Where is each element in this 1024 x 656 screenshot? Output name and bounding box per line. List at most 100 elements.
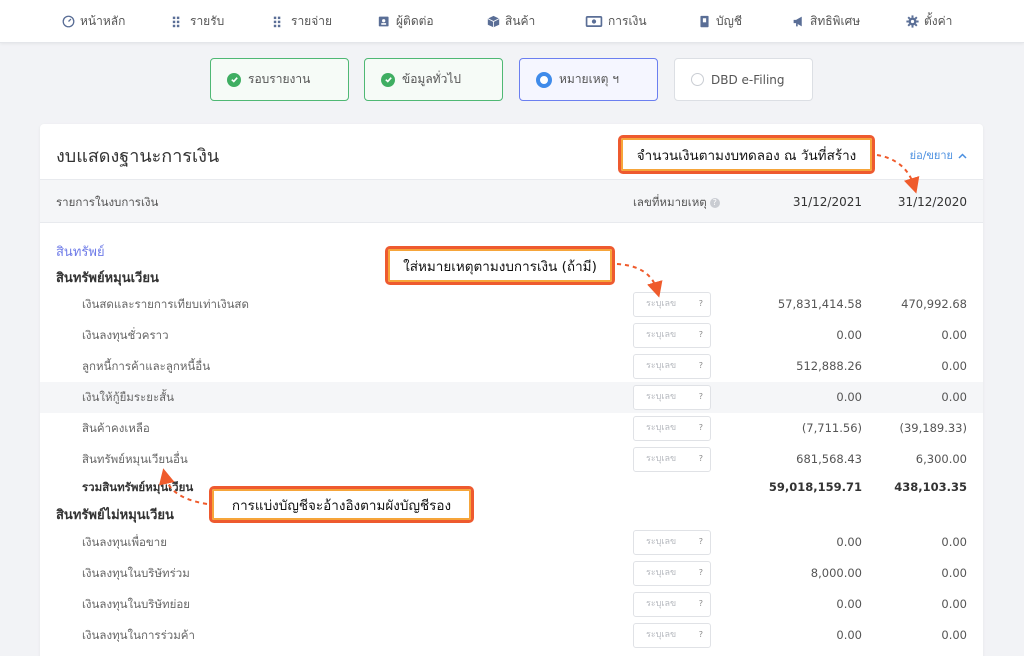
nav-products[interactable]: สินค้า	[487, 0, 535, 43]
callout-chart-of-accounts: การแบ่งบัญชีจะอ้างอิงตามผังบัญชีรอง	[209, 486, 474, 523]
header-item: รายการในงบการเงิน	[56, 195, 159, 209]
step-label: รอบรายงาน	[248, 72, 311, 86]
note-number-input[interactable]: ระบุเลข?	[633, 323, 711, 348]
note-number-input[interactable]: ระบุเลข?	[633, 561, 711, 586]
row-label: เงินลงทุนชั่วคราว	[82, 328, 169, 342]
note-placeholder: ระบุเลข	[646, 330, 677, 340]
note-number-input[interactable]: ระบุเลข?	[633, 354, 711, 379]
table-header: รายการในงบการเงิน เลขที่หมายเหตุ? 31/12/…	[40, 179, 983, 223]
financial-position-card: งบแสดงฐานะการเงิน ย่อ/ขยาย รายการในงบการ…	[40, 124, 983, 656]
table-row: เงินลงทุนในการร่วมค้า ระบุเลข? 0.00 0.00	[40, 620, 983, 651]
table-row: ลูกหนี้การค้าและลูกหนี้อื่น ระบุเลข? 512…	[40, 351, 983, 382]
total-2020: 438,103.35	[894, 480, 967, 494]
note-help-icon: ?	[698, 299, 703, 308]
note-number-input[interactable]: ระบุเลข?	[633, 385, 711, 410]
nav-label: สินค้า	[505, 14, 536, 28]
nav-label: สิทธิพิเศษ	[810, 14, 861, 28]
section-current-assets: สินทรัพย์หมุนเวียน	[56, 271, 159, 286]
check-circle-icon	[227, 72, 241, 87]
radio-empty-icon	[691, 73, 704, 86]
table-row: สินค้าคงเหลือ ระบุเลข? (7,711.56) (39,18…	[40, 413, 983, 444]
section-assets[interactable]: สินทรัพย์	[56, 241, 105, 262]
note-number-input[interactable]: ระบุเลข?	[633, 592, 711, 617]
nav-expense[interactable]: รายจ่าย	[273, 0, 332, 43]
nav-label: บัญชี	[716, 14, 742, 28]
megaphone-icon	[792, 15, 805, 28]
collapse-toggle[interactable]: ย่อ/ขยาย	[910, 146, 967, 164]
help-icon[interactable]: ?	[709, 197, 720, 208]
value-2020: (39,189.33)	[899, 421, 967, 435]
contacts-icon	[378, 15, 391, 28]
note-number-input[interactable]: ระบุเลข?	[633, 623, 711, 648]
box-icon	[487, 15, 500, 28]
row-label: เงินลงทุนในบริษัทร่วม	[82, 566, 190, 580]
step-report-period[interactable]: รอบรายงาน	[210, 58, 349, 101]
total-row: รวมสินทรัพย์หมุนเวียน 59,018,159.71 438,…	[40, 472, 983, 503]
top-navigation: หน้าหลัก รายรับ รายจ่าย ผู้ติดต่อ สินค้า…	[0, 0, 1024, 43]
row-label: สินค้าคงเหลือ	[82, 421, 150, 435]
nav-settings[interactable]: ตั้งค่า	[906, 0, 952, 43]
step-label: DBD e-Filing	[711, 72, 785, 87]
note-help-icon: ?	[698, 454, 703, 463]
radio-selected-icon	[536, 71, 552, 88]
chevron-up-icon	[958, 149, 967, 162]
note-help-icon: ?	[698, 568, 703, 577]
value-2021: 681,568.43	[796, 452, 862, 466]
value-2021: 512,888.26	[796, 359, 862, 373]
nav-contacts[interactable]: ผู้ติดต่อ	[378, 0, 434, 43]
note-placeholder: ระบุเลข	[646, 299, 677, 309]
step-label: ข้อมูลทั่วไป	[402, 72, 461, 86]
step-general-info[interactable]: ข้อมูลทั่วไป	[364, 58, 503, 101]
gear-icon	[906, 15, 919, 28]
table-row: เงินลงทุนในบริษัทย่อย ระบุเลข? 0.00 0.00	[40, 589, 983, 620]
note-number-input[interactable]: ระบุเลข?	[633, 530, 711, 555]
step-dbd-efiling[interactable]: DBD e-Filing	[674, 58, 813, 101]
row-label: เงินลงทุนในบริษัทย่อย	[82, 597, 191, 611]
nav-label: รายจ่าย	[291, 14, 333, 28]
check-circle-icon	[381, 72, 395, 87]
value-2020: 0.00	[941, 390, 967, 404]
table-row: เงินลงทุนเพื่อขาย ระบุเลข? 0.00 0.00	[40, 527, 983, 558]
section-noncurrent-assets: สินทรัพย์ไม่หมุนเวียน	[56, 508, 174, 523]
income-list-icon	[172, 15, 185, 28]
nav-finance[interactable]: การเงิน	[585, 0, 647, 43]
collapse-label: ย่อ/ขยาย	[909, 149, 953, 162]
row-label: เงินลงทุนเพื่อขาย	[82, 535, 167, 549]
note-number-input[interactable]: ระบุเลข?	[633, 416, 711, 441]
note-number-input[interactable]: ระบุเลข?	[633, 292, 711, 317]
value-2020: 0.00	[941, 359, 967, 373]
header-2020: 31/12/2020	[897, 195, 967, 209]
note-placeholder: ระบุเลข	[646, 392, 677, 402]
value-2021: 0.00	[836, 328, 862, 342]
nav-home[interactable]: หน้าหลัก	[62, 0, 125, 43]
nav-income[interactable]: รายรับ	[172, 0, 224, 43]
note-number-input[interactable]: ระบุเลข?	[633, 447, 711, 472]
note-help-icon: ?	[698, 361, 703, 370]
nav-label: ตั้งค่า	[924, 14, 953, 28]
note-placeholder: ระบุเลข	[646, 423, 677, 433]
value-2020: 0.00	[941, 535, 967, 549]
value-2020: 6,300.00	[915, 452, 967, 466]
step-notes[interactable]: หมายเหตุ ฯ	[519, 58, 658, 101]
note-help-icon: ?	[698, 392, 703, 401]
value-2020: 0.00	[941, 628, 967, 642]
row-label: เงินสดและรายการเทียบเท่าเงินสด	[82, 297, 249, 311]
note-help-icon: ?	[698, 537, 703, 546]
row-label: เงินลงทุนในการร่วมค้า	[82, 628, 195, 642]
nav-accounting[interactable]: บัญชี	[698, 0, 742, 43]
nav-privileges[interactable]: สิทธิพิเศษ	[792, 0, 860, 43]
value-2021: 0.00	[836, 597, 862, 611]
note-help-icon: ?	[698, 599, 703, 608]
value-2020: 0.00	[941, 566, 967, 580]
row-label: ลูกหนี้การค้าและลูกหนี้อื่น	[82, 359, 211, 373]
table-row: เงินลงทุนชั่วคราว ระบุเลข? 0.00 0.00	[40, 320, 983, 351]
value-2021: 0.00	[836, 628, 862, 642]
value-2020: 0.00	[941, 328, 967, 342]
table-row: สินทรัพย์หมุนเวียนอื่น ระบุเลข? 681,568.…	[40, 444, 983, 475]
ledger-icon	[698, 15, 711, 28]
note-placeholder: ระบุเลข	[646, 599, 677, 609]
header-note: เลขที่หมายเหตุ?	[633, 180, 720, 224]
step-label: หมายเหตุ ฯ	[559, 72, 619, 86]
header-note-label: เลขที่หมายเหตุ	[633, 195, 707, 209]
total-label: รวมสินทรัพย์หมุนเวียน	[82, 480, 194, 494]
